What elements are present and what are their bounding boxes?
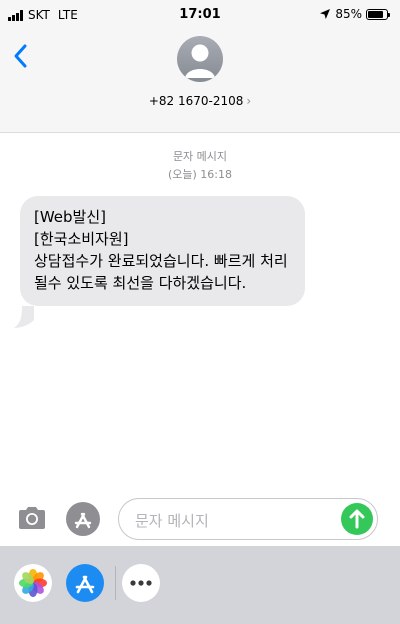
photos-icon xyxy=(19,569,47,597)
messages-screen: SKT LTE 17:01 85% +82 1670-2108 › 문자 메시지… xyxy=(0,0,400,624)
drawer-divider xyxy=(115,566,116,600)
arrow-up-icon xyxy=(349,509,365,529)
received-message-bubble[interactable]: [Web발신] [한국소비자원] 상담접수가 완료되었습니다. 빠르게 처리 될… xyxy=(20,196,305,306)
message-line: [Web발신] xyxy=(34,208,107,226)
message-input-placeholder: 문자 메시지 xyxy=(135,512,209,530)
contact-number-button[interactable]: +82 1670-2108 › xyxy=(0,94,400,108)
contact-number: +82 1670-2108 xyxy=(148,94,244,108)
camera-icon[interactable] xyxy=(16,504,48,532)
photos-app-button[interactable] xyxy=(14,564,52,602)
message-type-label: 문자 메시지 xyxy=(172,150,228,163)
send-button[interactable] xyxy=(341,503,373,535)
status-right: 85% xyxy=(319,7,390,21)
compose-bar: 문자 메시지 xyxy=(0,492,400,546)
message-input[interactable]: 문자 메시지 xyxy=(118,498,378,540)
app-drawer xyxy=(0,546,400,624)
battery-fill xyxy=(368,10,383,18)
message-line: [한국소비자원] xyxy=(34,230,129,248)
appstore-icon xyxy=(74,512,92,529)
appstore-apps-button[interactable] xyxy=(66,502,100,536)
ellipsis-icon xyxy=(130,580,152,586)
more-apps-button[interactable] xyxy=(122,564,160,602)
battery-percent: 85% xyxy=(335,7,362,21)
battery-icon xyxy=(366,8,390,20)
location-arrow-icon xyxy=(320,9,331,19)
message-timestamp: (오늘) 16:18 xyxy=(167,168,233,181)
contact-avatar[interactable] xyxy=(177,36,223,82)
message-line: 상담접수가 완료되었습니다. 빠르게 처리 xyxy=(34,252,288,270)
appstore-icon xyxy=(75,575,95,594)
chevron-right-icon: › xyxy=(246,94,252,108)
appstore-app-button[interactable] xyxy=(66,564,104,602)
conversation-header: +82 1670-2108 › xyxy=(0,28,400,133)
message-line: 될수 있도록 최선을 다하겠습니다. xyxy=(34,274,247,292)
back-chevron-icon[interactable] xyxy=(10,40,34,72)
person-icon xyxy=(185,44,215,78)
bubble-tail xyxy=(14,306,34,328)
status-bar: SKT LTE 17:01 85% xyxy=(0,0,400,28)
